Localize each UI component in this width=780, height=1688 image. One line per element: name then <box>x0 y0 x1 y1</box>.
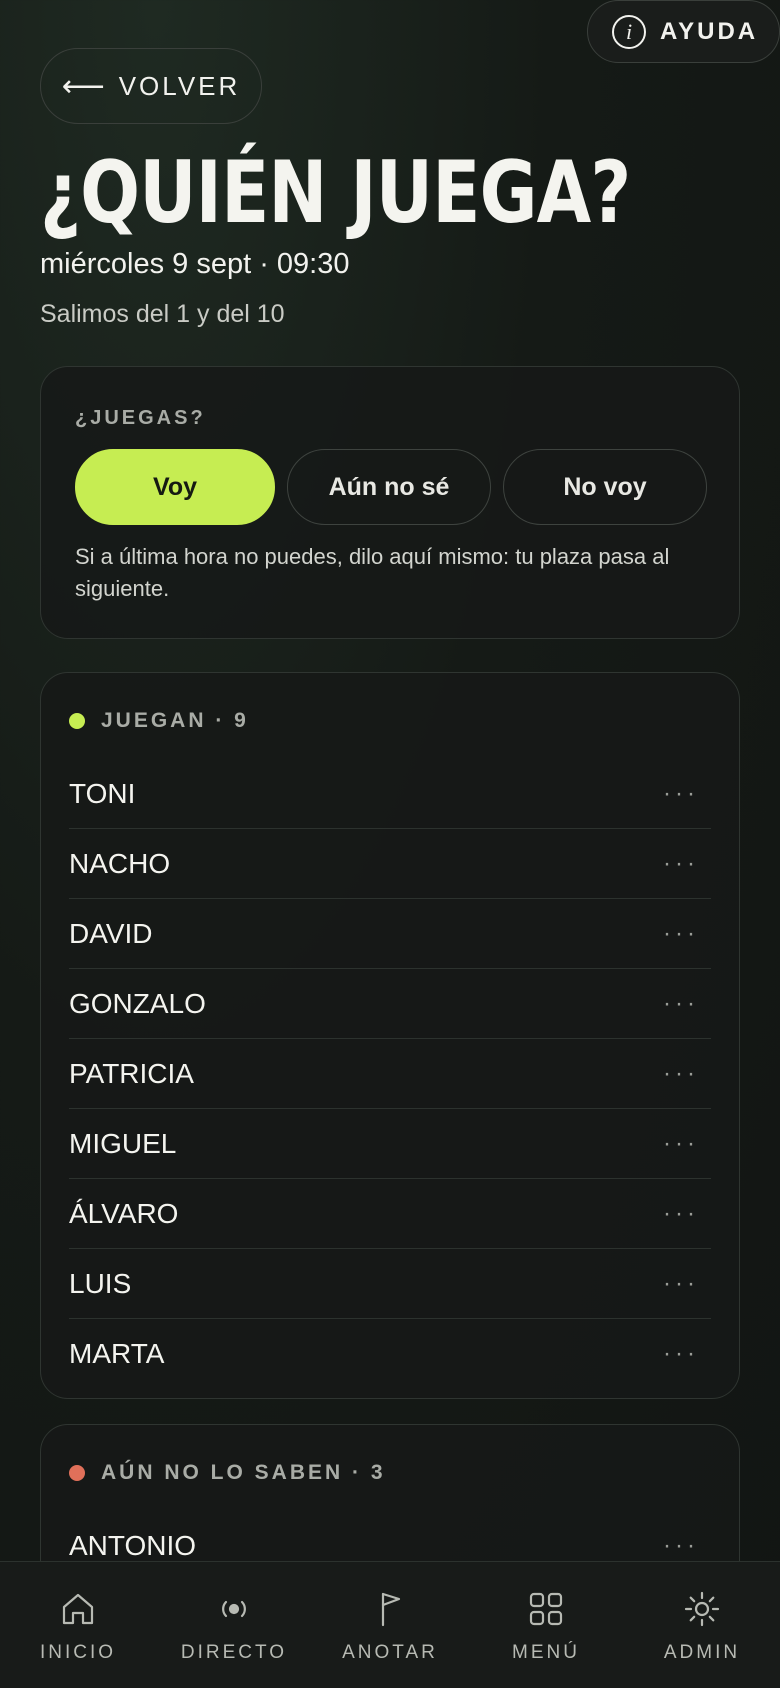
playing-heading: JUEGAN · 9 <box>69 709 249 733</box>
nav-label: INICIO <box>39 1642 117 1663</box>
help-label: AYUDA <box>660 17 759 45</box>
playing-heading-label: JUEGAN · 9 <box>101 709 249 732</box>
nav-label: ADMIN <box>663 1642 741 1663</box>
player-name: MARTA <box>69 1338 165 1369</box>
player-name: ANTONIO <box>69 1530 197 1561</box>
player-row: TONI ··· <box>69 759 711 829</box>
player-name: MIGUEL <box>69 1127 177 1159</box>
grid-icon <box>529 1592 563 1626</box>
help-button[interactable]: i AYUDA <box>587 0 780 63</box>
playing-card: JUEGAN · 9 TONI ··· NACHO ··· DAVID ··· GON… <box>40 672 740 1399</box>
rsvp-yes-button[interactable]: Voy <box>75 449 275 525</box>
nav-anotar[interactable]: ANOTAR <box>312 1562 468 1688</box>
player-row: NACHO ··· <box>69 829 711 899</box>
more-options-icon[interactable]: ··· <box>663 780 711 808</box>
player-row: DAVID ··· <box>69 899 711 969</box>
info-icon: i <box>612 14 646 49</box>
player-name: PATRICIA <box>69 1057 194 1089</box>
more-options-icon[interactable]: ··· <box>663 1532 711 1560</box>
arrow-left-icon: ⟵ <box>61 69 105 103</box>
playing-list: TONI ··· NACHO ··· DAVID ··· GONZALO ··· PAT… <box>69 759 711 1389</box>
status-dot-icon <box>69 1465 85 1481</box>
more-options-icon[interactable]: ··· <box>663 1060 711 1088</box>
more-options-icon[interactable]: ··· <box>663 1130 711 1158</box>
nav-admin[interactable]: ADMIN <box>624 1562 780 1688</box>
flag-icon <box>381 1592 401 1627</box>
more-options-icon[interactable]: ··· <box>663 1200 711 1228</box>
player-row: LUIS ··· <box>69 1249 711 1319</box>
sun-icon <box>684 1591 720 1627</box>
player-name: NACHO <box>69 847 171 879</box>
back-button[interactable]: ⟵ VOLVER <box>40 48 262 124</box>
player-row: PATRICIA ··· <box>69 1039 711 1109</box>
rsvp-options: Voy Aún no sé No voy <box>75 449 707 525</box>
undecided-heading: AÚN NO LO SABEN · 3 <box>69 1461 386 1485</box>
event-subtitle: Salimos del 1 y del 10 <box>40 300 285 328</box>
player-name: GONZALO <box>69 987 206 1019</box>
nav-inicio[interactable]: INICIO <box>0 1562 156 1688</box>
player-name: DAVID <box>69 917 153 949</box>
player-row: GONZALO ··· <box>69 969 711 1039</box>
player-row: MARTA ··· <box>69 1319 711 1389</box>
nav-label: DIRECTO <box>180 1642 288 1663</box>
rsvp-no-button[interactable]: No voy <box>503 449 707 525</box>
rsvp-card: ¿JUEGAS? Voy Aún no sé No voy Si a últim… <box>40 366 740 639</box>
more-options-icon[interactable]: ··· <box>663 850 711 878</box>
live-icon <box>222 1600 246 1618</box>
back-label: VOLVER <box>118 70 241 101</box>
rsvp-note: Si a última hora no puedes, dilo aquí mi… <box>75 544 670 601</box>
player-row: ÁLVARO ··· <box>69 1179 711 1249</box>
more-options-icon[interactable]: ··· <box>663 920 711 948</box>
more-options-icon[interactable]: ··· <box>663 1340 711 1368</box>
event-date: miércoles 9 sept · 09:30 <box>40 248 350 280</box>
more-options-icon[interactable]: ··· <box>663 990 711 1018</box>
status-dot-icon <box>69 713 85 729</box>
undecided-heading-label: AÚN NO LO SABEN · 3 <box>101 1461 386 1484</box>
player-row: MIGUEL ··· <box>69 1109 711 1179</box>
player-name: LUIS <box>69 1267 132 1299</box>
player-name: ÁLVARO <box>69 1197 179 1229</box>
nav-directo[interactable]: DIRECTO <box>156 1562 312 1688</box>
rsvp-maybe-button[interactable]: Aún no sé <box>287 449 491 525</box>
more-options-icon[interactable]: ··· <box>663 1270 711 1298</box>
player-name: TONI <box>69 777 136 809</box>
page-title: ¿QUIÉN JUEGA? <box>40 143 631 243</box>
bottom-nav: INICIO DIRECTO ANOTAR MENÚ ADMIN <box>0 1561 780 1688</box>
nav-label: ANOTAR <box>342 1642 438 1663</box>
nav-label: MENÚ <box>512 1642 580 1663</box>
home-icon <box>62 1593 94 1625</box>
rsvp-label: ¿JUEGAS? <box>75 407 206 429</box>
nav-menu[interactable]: MENÚ <box>468 1562 624 1688</box>
